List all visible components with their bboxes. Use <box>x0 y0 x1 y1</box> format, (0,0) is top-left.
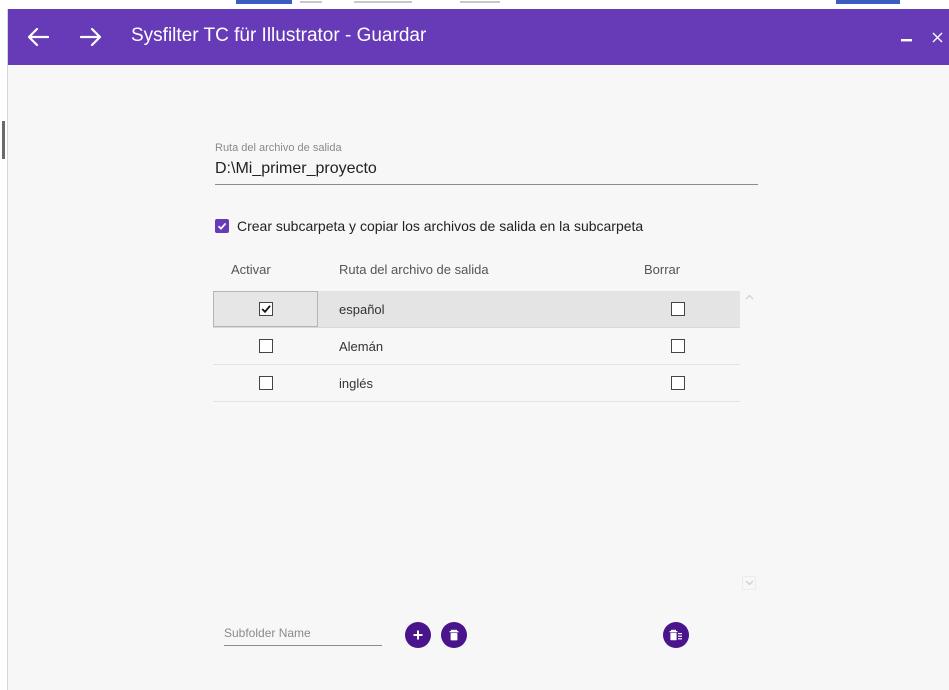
minimize-icon <box>901 39 912 42</box>
output-path-field[interactable]: D:\Mi_primer_proyecto <box>215 159 758 185</box>
forward-button[interactable] <box>73 19 109 55</box>
table-row[interactable]: español <box>213 291 740 328</box>
column-header-path: Ruta del archivo de salida <box>339 262 489 277</box>
minimize-button[interactable] <box>892 21 922 53</box>
trash-icon <box>449 629 459 641</box>
activate-cell[interactable] <box>213 328 318 364</box>
background-window-edge <box>0 9 7 690</box>
delete-checkbox[interactable] <box>671 302 685 316</box>
plus-icon <box>413 630 423 640</box>
delete-cell[interactable] <box>671 365 685 401</box>
trash-list-icon <box>669 629 682 641</box>
background-window-strip <box>0 0 949 9</box>
delete-cell[interactable] <box>671 328 685 364</box>
table-row[interactable]: inglés <box>213 365 740 402</box>
activate-checkbox[interactable] <box>258 302 273 316</box>
title-bar: Sysfilter TC für Illustrator - Guardar <box>8 9 949 65</box>
save-dialog: Sysfilter TC für Illustrator - Guardar R… <box>7 9 949 690</box>
output-files-table: Activar Ruta del archivo de salida Borra… <box>213 259 740 402</box>
activate-cell[interactable] <box>213 291 318 327</box>
arrow-left-icon <box>27 27 49 47</box>
close-button[interactable] <box>925 21 949 53</box>
delete-cell[interactable] <box>671 291 685 327</box>
create-subfolder-label: Crear subcarpeta y copiar los archivos d… <box>237 218 644 234</box>
checkmark-icon <box>261 305 271 314</box>
window-title: Sysfilter TC für Illustrator - Guardar <box>131 25 427 46</box>
back-button[interactable] <box>20 19 56 55</box>
create-subfolder-checkbox[interactable] <box>215 219 229 233</box>
checkmark-icon <box>217 222 227 230</box>
activate-checkbox[interactable] <box>258 376 273 390</box>
chevron-down-icon <box>745 580 753 586</box>
delete-selected-button[interactable] <box>663 622 689 648</box>
column-header-delete: Borrar <box>644 262 681 277</box>
create-subfolder-option[interactable]: Crear subcarpeta y copiar los archivos d… <box>215 218 643 234</box>
output-path-label: Ruta del archivo de salida <box>215 142 342 154</box>
add-subfolder-button[interactable] <box>405 622 431 648</box>
chevron-up-icon <box>745 294 753 300</box>
row-path: inglés <box>339 376 373 391</box>
table-header: Activar Ruta del archivo de salida Borra… <box>213 259 740 291</box>
row-path: Alemán <box>339 339 384 354</box>
subfolder-name-input[interactable]: Subfolder Name <box>224 618 382 646</box>
column-header-activate: Activar <box>231 262 271 277</box>
close-icon <box>932 32 942 42</box>
delete-checkbox[interactable] <box>671 376 685 390</box>
row-path: español <box>339 302 385 317</box>
table-row[interactable]: Alemán <box>213 328 740 365</box>
scroll-down-button[interactable] <box>742 576 756 590</box>
delete-checkbox[interactable] <box>671 339 685 353</box>
arrow-right-icon <box>80 27 102 47</box>
delete-subfolder-button[interactable] <box>441 622 467 648</box>
activate-checkbox[interactable] <box>258 339 273 353</box>
activate-cell[interactable] <box>213 365 318 401</box>
scroll-up-button[interactable] <box>742 290 756 304</box>
